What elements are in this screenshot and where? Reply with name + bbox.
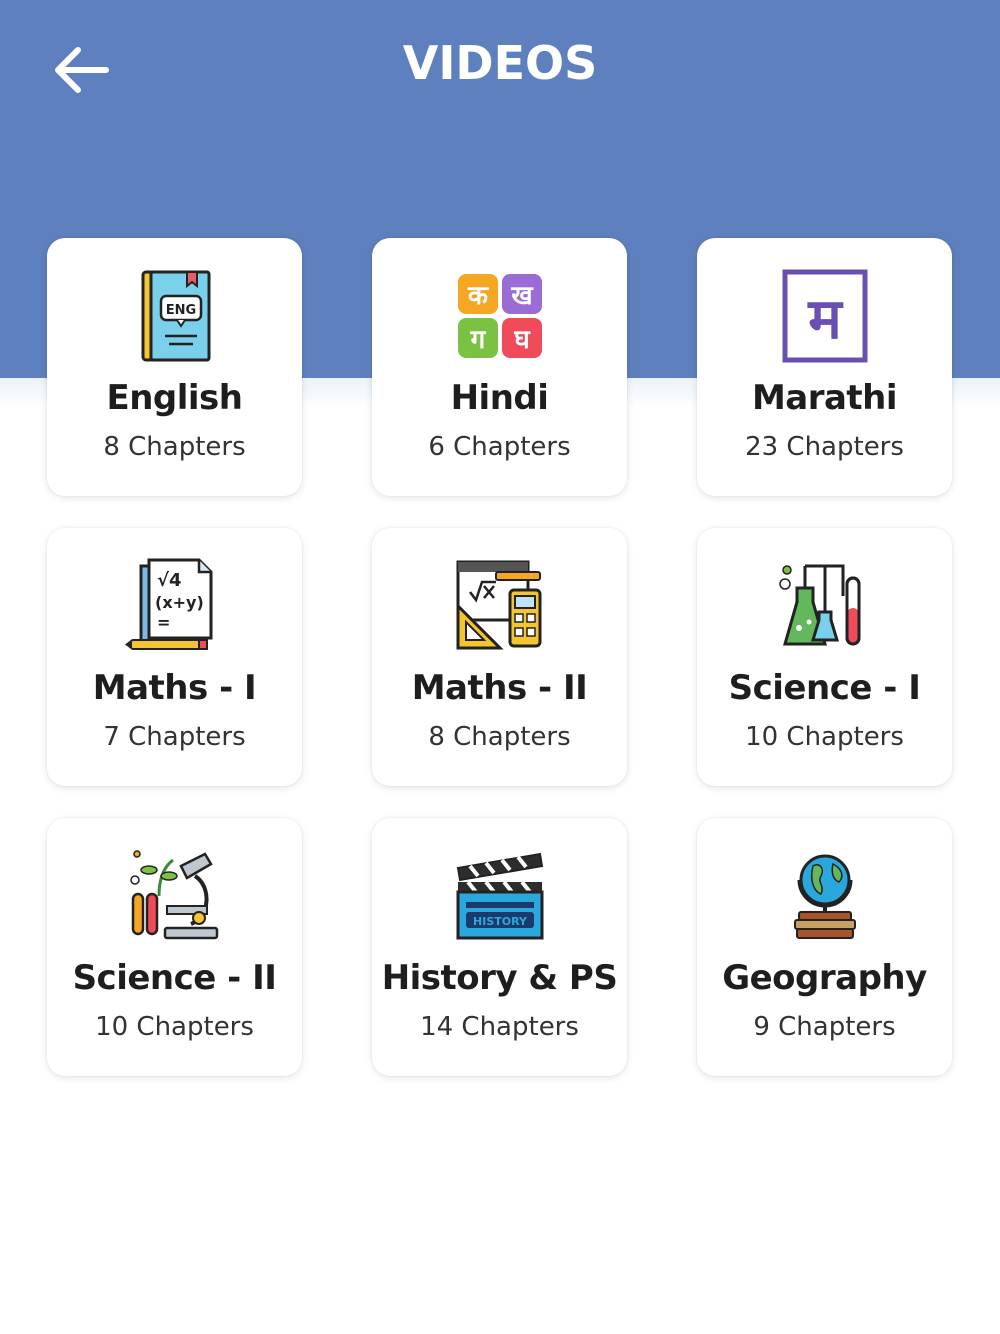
chapter-count: 14 Chapters: [420, 1012, 579, 1042]
subject-card-science-2[interactable]: Science - II 10 Chapters: [47, 818, 302, 1076]
chapter-count: 10 Chapters: [95, 1012, 254, 1042]
subject-name: Maths - I: [92, 668, 257, 708]
page-title: VIDEOS: [402, 36, 598, 90]
subject-card-geography[interactable]: Geography 9 Chapters: [697, 818, 952, 1076]
english-book-icon: ENG: [141, 270, 210, 362]
subject-card-maths-1[interactable]: √4 (x+y) = Maths - I 7 Chapters: [47, 528, 302, 786]
geometry-tools-icon: [456, 560, 541, 650]
chapter-count: 23 Chapters: [745, 432, 904, 462]
hindi-letter: क: [467, 281, 489, 311]
maths-text: =: [157, 613, 170, 632]
hindi-letters-icon: क ख ग घ: [457, 274, 542, 358]
algebra-paper-icon: √4 (x+y) =: [124, 558, 212, 650]
subject-name: Science - II: [72, 958, 277, 998]
lab-flasks-icon: [778, 564, 860, 646]
subject-card-science-1[interactable]: Science - I 10 Chapters: [697, 528, 952, 786]
hindi-letter: ख: [510, 281, 534, 311]
subject-name: History & PS: [381, 958, 618, 998]
chapter-count: 8 Chapters: [103, 432, 246, 462]
chapter-count: 8 Chapters: [428, 722, 571, 752]
subject-card-maths-2[interactable]: Maths - II 8 Chapters: [372, 528, 627, 786]
subject-name: Science - I: [728, 668, 921, 708]
subject-name: Maths - II: [411, 668, 588, 708]
chapter-count: 9 Chapters: [753, 1012, 896, 1042]
history-clapper-icon: HISTORY: [456, 852, 543, 940]
subject-name: English: [106, 378, 243, 418]
marathi-letter: म: [807, 287, 844, 352]
subject-name: Marathi: [751, 378, 898, 418]
eng-badge-text: ENG: [165, 303, 195, 318]
maths-text: √4: [157, 570, 182, 591]
chapter-count: 6 Chapters: [428, 432, 571, 462]
chapter-count: 10 Chapters: [745, 722, 904, 752]
subject-card-history-ps[interactable]: HISTORY History & PS 14 Chapters: [372, 818, 627, 1076]
history-label: HISTORY: [473, 915, 528, 928]
globe-books-icon: [793, 854, 856, 939]
subject-card-english[interactable]: ENG English 8 Chapters: [47, 238, 302, 496]
marathi-letter-icon: म: [782, 269, 867, 363]
chapter-count: 7 Chapters: [103, 722, 246, 752]
subject-name: Geography: [722, 958, 927, 998]
subject-grid: ENG English 8 Chapters क ख ग घ Hindi 6 C…: [47, 238, 953, 1076]
hindi-letter: घ: [513, 325, 531, 355]
subject-card-marathi[interactable]: म Marathi 23 Chapters: [697, 238, 952, 496]
subject-card-hindi[interactable]: क ख ग घ Hindi 6 Chapters: [372, 238, 627, 496]
subject-name: Hindi: [450, 378, 549, 418]
microscope-plant-icon: [129, 850, 218, 940]
hindi-letter: ग: [469, 325, 486, 355]
maths-text: (x+y): [155, 593, 204, 612]
